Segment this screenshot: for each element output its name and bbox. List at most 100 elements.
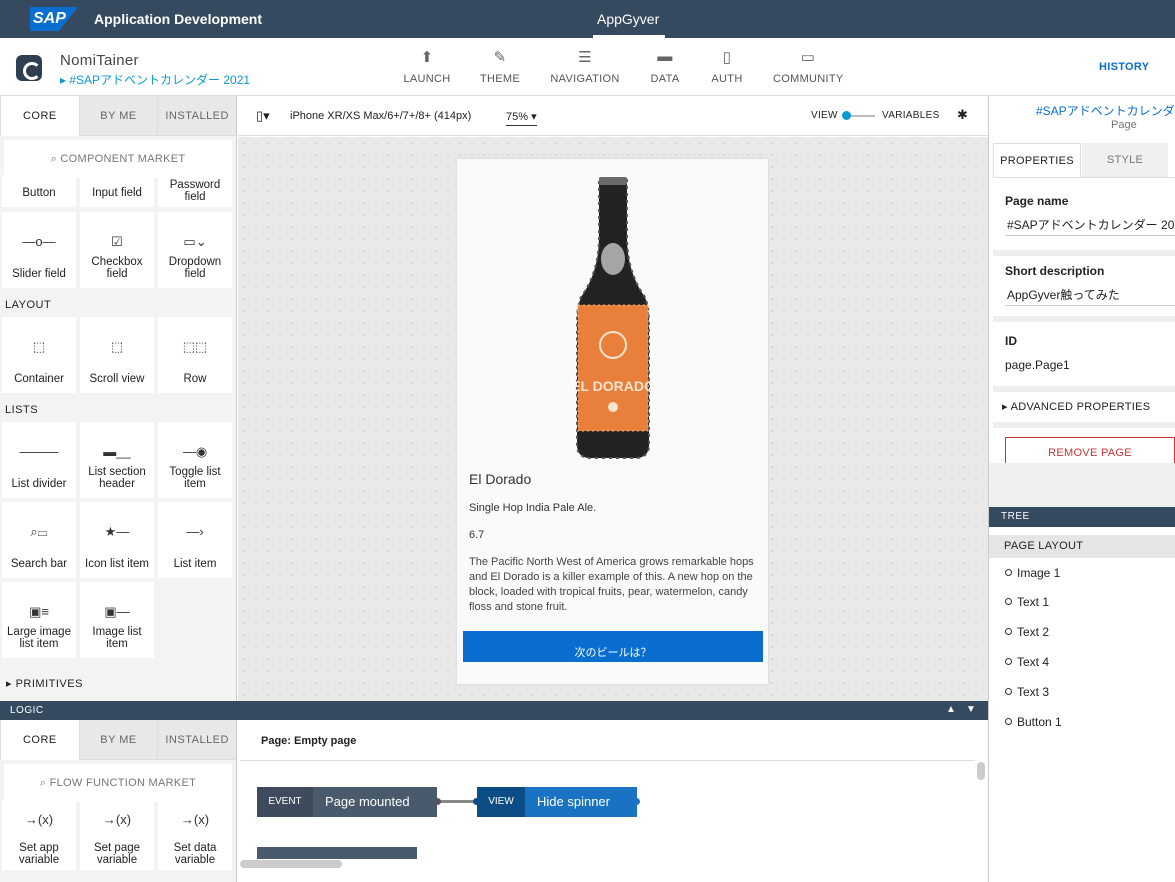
page-title-link[interactable]: #SAPアドベントカレンダー 2021 xyxy=(1036,102,1175,119)
tile-large-image-list-item[interactable]: ▣≡ Large image list item xyxy=(2,582,76,658)
page-breadcrumb[interactable]: ▸ #SAPアドベントカレンダー 2021 xyxy=(60,71,250,88)
tile-checkbox-field[interactable]: ☑ Checkbox field xyxy=(80,212,154,288)
nav-auth[interactable]: ▯ AUTH xyxy=(692,48,762,85)
tile-label: List section header xyxy=(88,466,146,490)
page-crumb-label: #SAPアドベントカレンダー 2021 xyxy=(69,73,251,87)
nav-launch-label: LAUNCH xyxy=(403,73,451,85)
logic-tab-installed[interactable]: INSTALLED xyxy=(157,720,237,760)
tree-item-text-4[interactable]: Text 4 xyxy=(1005,655,1049,669)
page-name-input[interactable]: #SAPアドベントカレンダー 2021 xyxy=(1005,214,1175,236)
tile-row[interactable]: ⬚⬚ Row xyxy=(158,317,232,393)
tree-item-image-1[interactable]: Image 1 xyxy=(1005,566,1060,580)
tile-list-section-header[interactable]: ▬__ List section header xyxy=(80,422,154,498)
tile-set-page-variable[interactable]: →(x) Set page variable xyxy=(80,800,154,870)
tab-style[interactable]: STYLE xyxy=(1082,143,1168,177)
tab-properties[interactable]: PROPERTIES xyxy=(993,143,1081,177)
tile-input-field[interactable]: Input field xyxy=(80,175,154,207)
tree-item-text-3[interactable]: Text 3 xyxy=(1005,685,1049,699)
tile-icon-list-item[interactable]: ★— Icon list item xyxy=(80,502,154,578)
set-variable-icon: →(x) xyxy=(102,812,132,827)
logic-tab-core[interactable]: CORE xyxy=(0,720,79,760)
beer-abv[interactable]: 6.7 xyxy=(469,529,484,541)
tile-search-bar[interactable]: ⌕▭ Search bar xyxy=(2,502,76,578)
tree-item-text-2[interactable]: Text 2 xyxy=(1005,625,1049,639)
node-type: EVENT xyxy=(257,787,313,817)
nav-theme[interactable]: ✎ THEME xyxy=(465,48,535,85)
section-header-icon: ▬__ xyxy=(103,444,131,459)
nav-data[interactable]: ▬ DATA xyxy=(630,48,700,85)
horizontal-scrollbar[interactable] xyxy=(240,860,342,868)
tile-label: Toggle list item xyxy=(169,466,221,490)
tile-label: Container xyxy=(14,373,64,385)
divider xyxy=(993,250,1175,256)
tab-core[interactable]: CORE xyxy=(0,96,79,136)
section-layout: LAYOUT xyxy=(5,299,52,311)
short-description-input[interactable]: AppGyver触ってみた xyxy=(1005,284,1175,306)
appgyver-logo-icon[interactable] xyxy=(16,55,42,81)
tile-container[interactable]: ⬚ Container xyxy=(2,317,76,393)
app-name: NomiTainer xyxy=(60,52,139,69)
tile-password-field[interactable]: Password field xyxy=(158,175,232,207)
tile-image-list-item[interactable]: ▣— Image list item xyxy=(80,582,154,658)
tree-header: TREE xyxy=(989,507,1175,527)
page-name-label: Page name xyxy=(1005,194,1069,208)
tile-list-item[interactable]: —› List item xyxy=(158,502,232,578)
beer-title[interactable]: El Dorado xyxy=(469,471,531,487)
output-port[interactable] xyxy=(633,798,640,805)
nav-community[interactable]: ▭ COMMUNITY xyxy=(773,48,843,85)
event-node-page-mounted[interactable]: EVENT Page mounted xyxy=(257,787,437,817)
partial-node[interactable] xyxy=(257,847,417,859)
beer-subtitle[interactable]: Single Hop India Pale Ale. xyxy=(469,502,596,514)
chat-icon: ▭ xyxy=(800,49,816,66)
expand-up-icon[interactable]: ▲ xyxy=(946,704,956,715)
tile-list-divider[interactable]: ——— List divider xyxy=(2,422,76,498)
vertical-scrollbar[interactable] xyxy=(977,762,985,780)
tree-item-button-1[interactable]: Button 1 xyxy=(1005,715,1062,729)
primitives-toggle[interactable]: ▸ PRIMITIVES xyxy=(6,677,83,690)
appgyver-tab[interactable]: AppGyver xyxy=(597,11,659,27)
collapse-down-icon[interactable]: ▼ xyxy=(966,704,976,715)
view-node-hide-spinner[interactable]: VIEW Hide spinner xyxy=(477,787,637,817)
output-port[interactable] xyxy=(434,798,441,805)
tile-toggle-list-item[interactable]: —◉ Toggle list item xyxy=(158,422,232,498)
tile-label: Row xyxy=(183,373,207,385)
nav-launch[interactable]: ⬆ LAUNCH xyxy=(392,48,462,85)
zoom-select[interactable]: 75% ▾ xyxy=(506,110,537,126)
remove-page-button[interactable]: REMOVE PAGE xyxy=(1005,437,1175,463)
sap-logo-text: SAP xyxy=(33,10,66,27)
container-icon: ⬚ xyxy=(32,339,46,354)
tile-label: List divider xyxy=(11,478,67,490)
divider xyxy=(993,386,1175,392)
tile-label: Set app variable xyxy=(18,842,60,866)
component-market-button[interactable]: ⌕ COMPONENT MARKET xyxy=(4,140,232,178)
scroll-view-icon: ⬚ xyxy=(110,339,124,354)
input-port[interactable] xyxy=(473,798,480,805)
tile-set-app-variable[interactable]: →(x) Set app variable xyxy=(2,800,76,870)
flow-function-market-button[interactable]: ⌕ FLOW FUNCTION MARKET xyxy=(4,764,232,802)
beer-description[interactable]: The Pacific North West of America grows … xyxy=(469,555,754,615)
device-select[interactable]: iPhone XR/XS Max/6+/7+/8+ (414px) xyxy=(290,110,471,122)
logic-tab-by-me[interactable]: BY ME xyxy=(78,720,158,760)
id-value: page.Page1 xyxy=(1005,358,1070,372)
tree-item-text-1[interactable]: Text 1 xyxy=(1005,595,1049,609)
tile-set-data-variable[interactable]: →(x) Set data variable xyxy=(158,800,232,870)
logic-bar[interactable]: LOGIC xyxy=(0,701,988,720)
nav-navigation[interactable]: ☰ NAVIGATION xyxy=(550,48,620,85)
tile-slider-field[interactable]: —o— Slider field xyxy=(2,212,76,288)
image-list-icon: ▣≡ xyxy=(29,604,49,619)
tile-dropdown-field[interactable]: ▭⌄ Dropdown field xyxy=(158,212,232,288)
tile-scroll-view[interactable]: ⬚ Scroll view xyxy=(80,317,154,393)
divider xyxy=(993,316,1175,322)
debug-bug-icon[interactable]: ✱ xyxy=(957,107,968,123)
set-variable-icon: →(x) xyxy=(180,812,210,827)
history-link[interactable]: HISTORY xyxy=(1099,61,1149,73)
next-beer-button[interactable]: 次のビールは？ xyxy=(463,631,763,662)
toggle-knob[interactable] xyxy=(842,111,851,120)
beer-bottle-image[interactable]: EL DORADO xyxy=(575,177,651,459)
advanced-properties-toggle[interactable]: ▸ ADVANCED PROPERTIES xyxy=(1002,400,1150,413)
phone-device-icon[interactable]: ▯▾ xyxy=(256,108,270,124)
node-name: Page mounted xyxy=(325,794,410,809)
tab-by-me[interactable]: BY ME xyxy=(78,96,158,136)
tile-button[interactable]: Button xyxy=(2,175,76,207)
tab-installed[interactable]: INSTALLED xyxy=(157,96,237,136)
